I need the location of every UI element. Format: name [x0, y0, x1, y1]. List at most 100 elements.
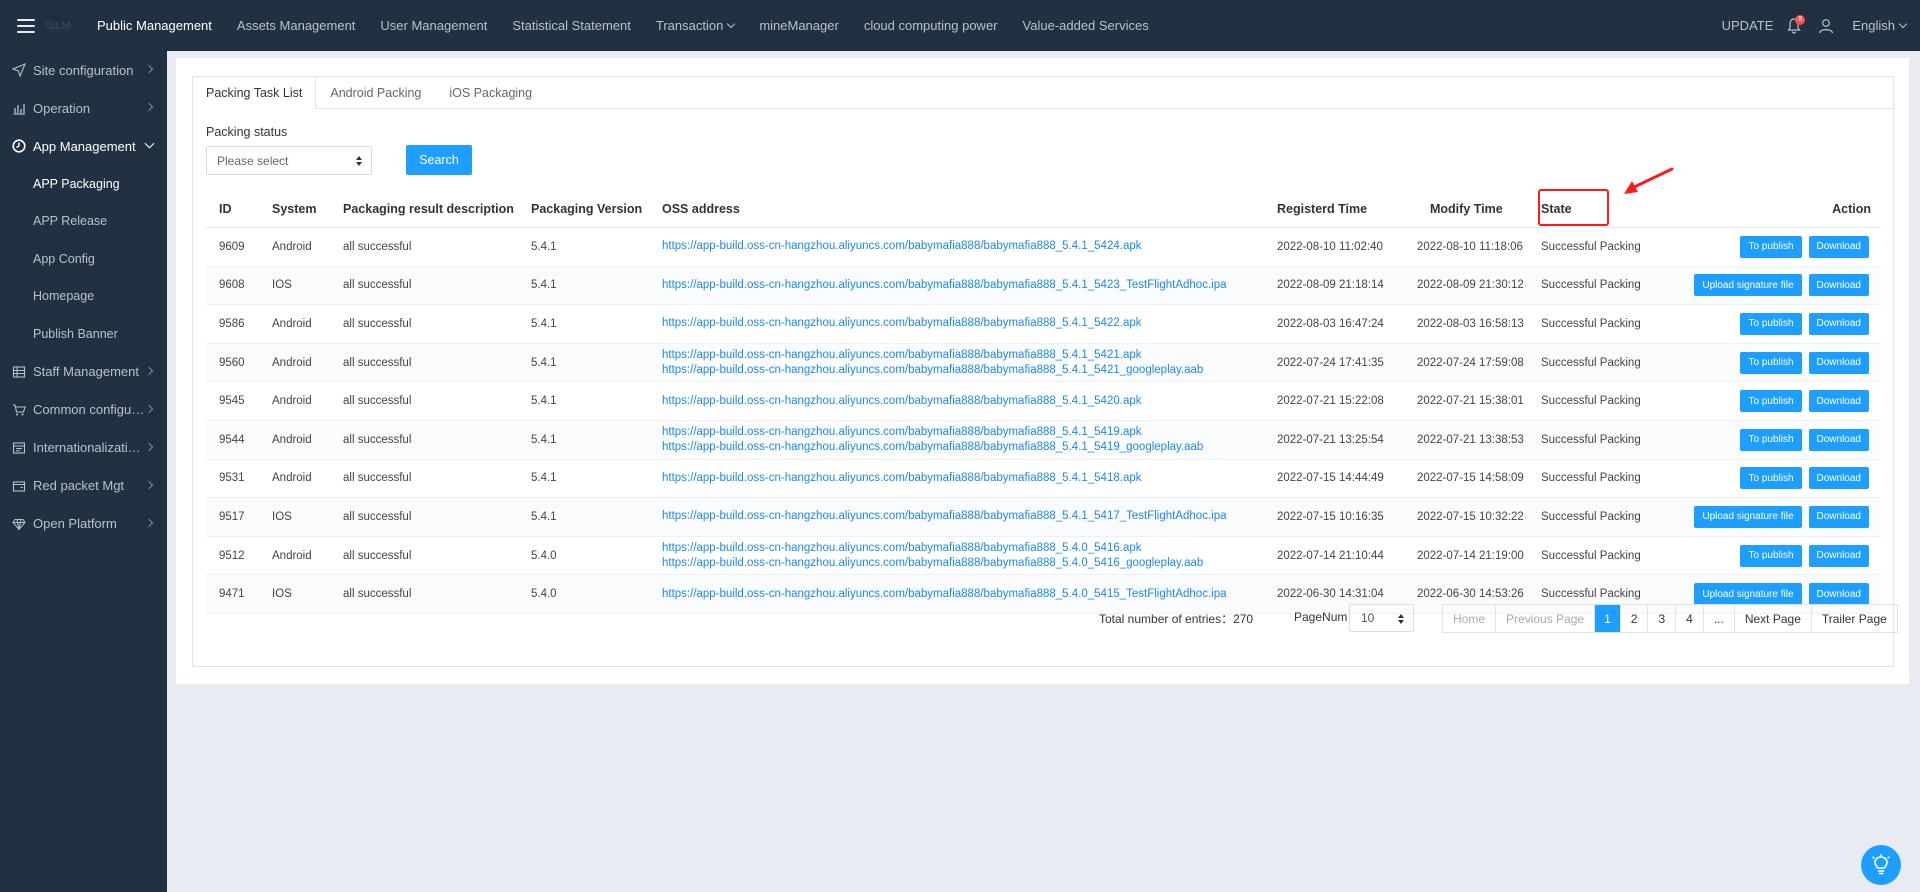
total-entries: Total number of entries：270 — [1099, 610, 1253, 627]
cell-state: Successful Packing — [1541, 356, 1641, 369]
send-icon — [11, 62, 27, 78]
sidebar-item[interactable]: Internationalization... — [0, 429, 167, 467]
download-button[interactable]: Download — [1808, 312, 1869, 335]
cell-modify-time: 2022-07-15 14:58:09 — [1417, 472, 1524, 485]
oss-link[interactable]: https://app-build.oss-cn-hangzhou.aliyun… — [662, 363, 1203, 378]
publish-button[interactable]: To publish — [1740, 428, 1802, 451]
cell-modify-time: 2022-08-10 11:18:06 — [1417, 240, 1523, 253]
cell-description: all successful — [343, 510, 412, 523]
cell-state: Successful Packing — [1541, 240, 1641, 253]
tab[interactable]: Packing Task List — [192, 76, 317, 109]
oss-link[interactable]: https://app-build.oss-cn-hangzhou.aliyun… — [662, 316, 1141, 331]
oss-link[interactable]: https://app-build.oss-cn-hangzhou.aliyun… — [662, 394, 1141, 409]
download-button[interactable]: Download — [1808, 235, 1869, 258]
sidebar-item[interactable]: Common configura... — [0, 391, 167, 429]
topnav-label: Assets Management — [236, 18, 356, 33]
download-button[interactable]: Download — [1808, 390, 1869, 413]
oss-link[interactable]: https://app-build.oss-cn-hangzhou.aliyun… — [662, 471, 1141, 486]
sidebar-item[interactable]: Operation — [0, 89, 167, 127]
chevron-right-icon — [144, 366, 154, 375]
topnav-item[interactable]: User Management — [380, 18, 487, 33]
cell-state: Successful Packing — [1541, 395, 1641, 408]
cell-registered-time: 2022-07-24 17:41:35 — [1277, 356, 1384, 369]
cell-registered-time: 2022-07-14 21:10:44 — [1277, 549, 1384, 562]
update-link[interactable]: UPDATE — [1722, 18, 1774, 33]
publish-button[interactable]: To publish — [1740, 544, 1802, 567]
cell-description: all successful — [343, 317, 412, 330]
page-number-button[interactable]: 2 — [1621, 605, 1649, 632]
topnav-item[interactable]: Transaction — [656, 18, 736, 33]
user-avatar-icon[interactable] — [1818, 18, 1834, 34]
chevron-down-icon — [1898, 19, 1908, 28]
oss-link[interactable]: https://app-build.oss-cn-hangzhou.aliyun… — [662, 440, 1203, 455]
cell-id: 9471 — [219, 588, 245, 601]
cell-registered-time: 2022-07-15 10:16:35 — [1277, 510, 1384, 523]
page-last-button[interactable]: Trailer Page — [1812, 605, 1897, 632]
cell-oss-address: https://app-build.oss-cn-hangzhou.aliyun… — [662, 348, 1203, 378]
topnav-item[interactable]: cloud computing power — [864, 18, 998, 33]
sidebar-subitem[interactable]: Homepage — [0, 278, 167, 316]
language-select[interactable]: English — [1852, 18, 1908, 33]
oss-link[interactable]: https://app-build.oss-cn-hangzhou.aliyun… — [662, 587, 1227, 602]
sidebar-item[interactable]: Site configuration — [0, 51, 167, 89]
sidebar-subitem[interactable]: Publish Banner — [0, 315, 167, 353]
publish-button[interactable]: To publish — [1740, 235, 1802, 258]
page-prev-button[interactable]: Previous Page — [1496, 605, 1596, 632]
oss-link[interactable]: https://app-build.oss-cn-hangzhou.aliyun… — [662, 541, 1203, 556]
page-home-button[interactable]: Home — [1443, 605, 1497, 632]
publish-button[interactable]: To publish — [1740, 351, 1802, 374]
menu-toggle-icon[interactable] — [17, 18, 35, 33]
page-number-button[interactable]: 1 — [1595, 605, 1621, 632]
oss-link[interactable]: https://app-build.oss-cn-hangzhou.aliyun… — [662, 348, 1203, 363]
tab[interactable]: Android Packing — [316, 76, 435, 109]
col-system: System — [272, 201, 317, 216]
oss-link[interactable]: https://app-build.oss-cn-hangzhou.aliyun… — [662, 509, 1227, 524]
sidebar-item-label: App Management — [33, 138, 136, 154]
oss-link[interactable]: https://app-build.oss-cn-hangzhou.aliyun… — [662, 239, 1141, 254]
download-button[interactable]: Download — [1808, 467, 1869, 490]
cell-system: IOS — [272, 510, 292, 523]
help-lightbulb-button[interactable] — [1861, 845, 1901, 885]
sidebar-subitem[interactable]: App Config — [0, 240, 167, 278]
sidebar-item[interactable]: Open Platform — [0, 505, 167, 543]
cell-id: 9560 — [219, 356, 245, 369]
oss-link[interactable]: https://app-build.oss-cn-hangzhou.aliyun… — [662, 556, 1203, 571]
publish-button[interactable]: To publish — [1740, 390, 1802, 413]
page-number-button[interactable]: 3 — [1648, 605, 1677, 632]
upload-signature-button[interactable]: Upload signature file — [1694, 505, 1802, 528]
table-row: 9608 IOS all successful 5.4.1 https://app-bu… — [206, 266, 1881, 306]
cell-state: Successful Packing — [1541, 317, 1641, 330]
page-size-select[interactable]: 10 — [1349, 604, 1414, 632]
download-button[interactable]: Download — [1808, 505, 1869, 528]
sidebar-subitem[interactable]: APP Release — [0, 203, 167, 241]
main-panel: Packing Task List Android Packing iOS Pack… — [176, 58, 1909, 684]
download-button[interactable]: Download — [1808, 351, 1869, 374]
search-button[interactable]: Search — [406, 145, 472, 175]
publish-button[interactable]: To publish — [1740, 312, 1802, 335]
upload-signature-button[interactable]: Upload signature file — [1694, 274, 1802, 297]
sidebar-item[interactable]: App Management — [0, 127, 167, 165]
download-button[interactable]: Download — [1808, 544, 1869, 567]
chevron-down-icon — [727, 19, 736, 28]
oss-link[interactable]: https://app-build.oss-cn-hangzhou.aliyun… — [662, 278, 1227, 293]
topnav-item[interactable]: Value-added Services — [1023, 18, 1149, 33]
notification-bell-icon[interactable]: 8 — [1787, 14, 1806, 34]
page-number-button[interactable]: 4 — [1676, 605, 1704, 632]
cell-registered-time: 2022-08-09 21:18:14 — [1277, 279, 1384, 292]
topnav-item[interactable]: Statistical Statement — [512, 18, 631, 33]
topnav-label: Statistical Statement — [512, 18, 631, 33]
packing-status-select[interactable]: Please select — [206, 146, 372, 175]
sidebar-subitem[interactable]: APP Packaging — [0, 165, 167, 203]
download-button[interactable]: Download — [1808, 274, 1869, 297]
topnav-item[interactable]: Assets Management — [237, 18, 356, 33]
cell-version: 5.4.1 — [531, 433, 557, 446]
tab[interactable]: iOS Packaging — [435, 76, 546, 109]
oss-link[interactable]: https://app-build.oss-cn-hangzhou.aliyun… — [662, 425, 1203, 440]
download-button[interactable]: Download — [1808, 428, 1869, 451]
topnav-item[interactable]: mineManager — [759, 18, 839, 33]
sidebar-item[interactable]: Red packet Mgt — [0, 467, 167, 505]
sidebar-item[interactable]: Staff Management — [0, 353, 167, 391]
publish-button[interactable]: To publish — [1740, 467, 1802, 490]
page-next-button[interactable]: Next Page — [1735, 605, 1812, 632]
topnav-item[interactable]: Public Management — [97, 18, 212, 33]
